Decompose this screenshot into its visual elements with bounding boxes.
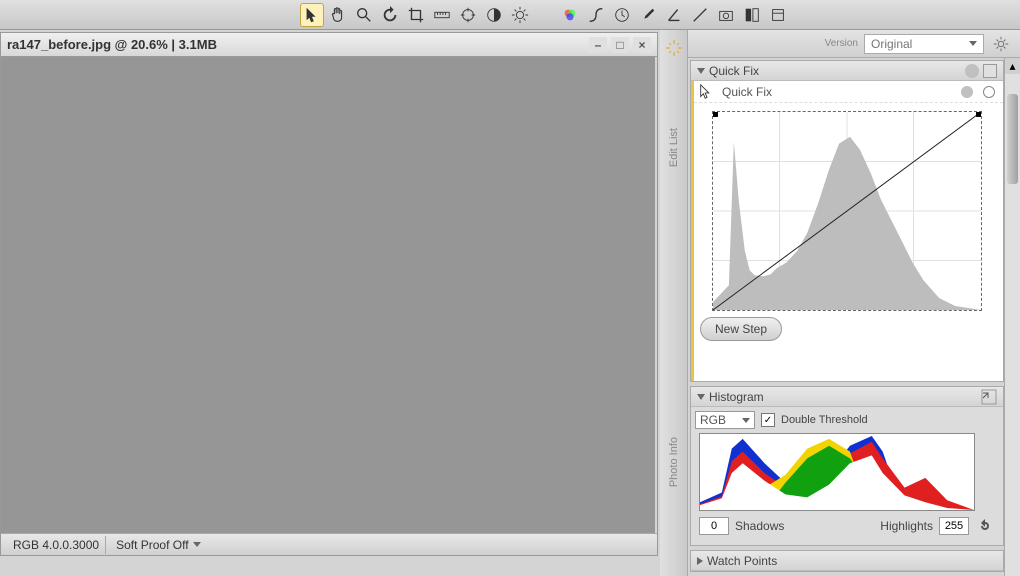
reset-button[interactable] — [975, 517, 995, 535]
contrast-tool[interactable] — [482, 3, 506, 27]
close-button[interactable]: × — [633, 37, 651, 53]
watch-points-title: Watch Points — [707, 554, 997, 568]
curve-histogram-plot[interactable] — [712, 111, 982, 311]
crop-tool[interactable] — [404, 3, 428, 27]
step-radio-icon[interactable] — [983, 86, 995, 98]
maximize-button[interactable]: □ — [611, 37, 629, 53]
more-tool[interactable] — [766, 3, 790, 27]
right-pane: Edit List Photo Info Version Original Qu… — [660, 30, 1020, 576]
shadows-label: Shadows — [735, 519, 784, 533]
histogram-body: RGB ✓ Double Threshold — [691, 407, 1003, 545]
chevron-down-icon — [969, 41, 977, 46]
soft-proof-label: Soft Proof Off — [116, 538, 188, 552]
channel-value: RGB — [700, 413, 726, 427]
pointer-tool[interactable] — [300, 3, 324, 27]
curve-tool[interactable] — [584, 3, 608, 27]
quick-fix-body: Quick Fix New Step — [691, 81, 1003, 381]
status-profile: RGB 4.0.0.3000 — [7, 536, 106, 554]
range-row: Shadows Highlights — [699, 517, 995, 535]
photo-info-tab[interactable]: Photo Info — [668, 437, 680, 487]
histogram-title: Histogram — [709, 390, 977, 404]
chevron-right-icon — [697, 557, 703, 565]
version-dropdown[interactable]: Original — [864, 34, 984, 54]
document-titlebar: ra147_before.jpg @ 20.6% | 3.1MB – □ × — [1, 33, 657, 57]
side-strip: Edit List Photo Info — [660, 30, 688, 576]
version-row: Version Original — [688, 30, 1020, 58]
ruler-tool[interactable] — [430, 3, 454, 27]
chevron-down-icon — [697, 68, 705, 74]
document-statusbar: RGB 4.0.0.3000 Soft Proof Off — [1, 533, 657, 555]
window-controls: – □ × — [589, 37, 651, 53]
burst-icon — [664, 38, 684, 58]
double-threshold-label: Double Threshold — [781, 414, 868, 426]
version-value: Original — [871, 37, 912, 51]
double-threshold-checkbox[interactable]: ✓ — [761, 413, 775, 427]
rotate-tool[interactable] — [378, 3, 402, 27]
quick-fix-title: Quick Fix — [709, 64, 961, 78]
target-tool[interactable] — [456, 3, 480, 27]
new-step-button[interactable]: New Step — [700, 317, 782, 341]
version-label: Version — [825, 38, 858, 49]
quick-fix-step[interactable]: Quick Fix — [694, 81, 1003, 103]
top-toolbar — [0, 0, 1020, 30]
chevron-down-icon — [742, 418, 750, 423]
panel-dot-icon[interactable] — [965, 64, 979, 78]
document-window: ra147_before.jpg @ 20.6% | 3.1MB – □ × R… — [0, 32, 658, 556]
panels-container: Version Original Quick Fix Quick Fix — [688, 30, 1020, 576]
line-tool[interactable] — [688, 3, 712, 27]
sun-tool[interactable] — [508, 3, 532, 27]
watch-points-header[interactable]: Watch Points — [691, 551, 1003, 571]
brush-tool[interactable] — [636, 3, 660, 27]
angle-tool[interactable] — [662, 3, 686, 27]
chevron-down-icon — [193, 542, 201, 547]
document-title: ra147_before.jpg @ 20.6% | 3.1MB — [7, 37, 217, 52]
settings-button[interactable] — [990, 33, 1012, 55]
quick-fix-step-label: Quick Fix — [722, 85, 955, 99]
camera-tool[interactable] — [714, 3, 738, 27]
soft-proof-dropdown[interactable]: Soft Proof Off — [116, 538, 200, 552]
histogram-panel: Histogram RGB ✓ Double Threshold — [690, 386, 1004, 546]
quick-fix-panel: Quick Fix Quick Fix — [690, 60, 1004, 382]
zoom-tool[interactable] — [352, 3, 376, 27]
clock-tool[interactable] — [610, 3, 634, 27]
expand-icon[interactable] — [981, 389, 997, 405]
histogram-header[interactable]: Histogram — [691, 387, 1003, 407]
panel-square-icon[interactable] — [983, 64, 997, 78]
shadows-input[interactable] — [699, 517, 729, 535]
panels-tool[interactable] — [740, 3, 764, 27]
minimize-button[interactable]: – — [589, 37, 607, 53]
document-canvas[interactable] — [1, 57, 655, 533]
scroll-thumb[interactable] — [1007, 94, 1018, 184]
rgb-histogram-plot[interactable] — [699, 433, 975, 511]
watch-points-panel: Watch Points — [690, 550, 1004, 572]
highlights-label: Highlights — [880, 519, 933, 533]
hand-tool[interactable] — [326, 3, 350, 27]
rgb-tool[interactable] — [558, 3, 582, 27]
cursor-icon — [698, 83, 716, 101]
quick-fix-header[interactable]: Quick Fix — [691, 61, 1003, 81]
chevron-down-icon — [697, 394, 705, 400]
step-dot-icon[interactable] — [961, 86, 973, 98]
histogram-controls: RGB ✓ Double Threshold — [695, 411, 999, 429]
channel-dropdown[interactable]: RGB — [695, 411, 755, 429]
scroll-up-icon[interactable]: ▴ — [1005, 58, 1020, 74]
highlights-input[interactable] — [939, 517, 969, 535]
panel-scrollbar[interactable]: ▴ — [1004, 58, 1020, 576]
edit-list-tab[interactable]: Edit List — [668, 128, 680, 167]
